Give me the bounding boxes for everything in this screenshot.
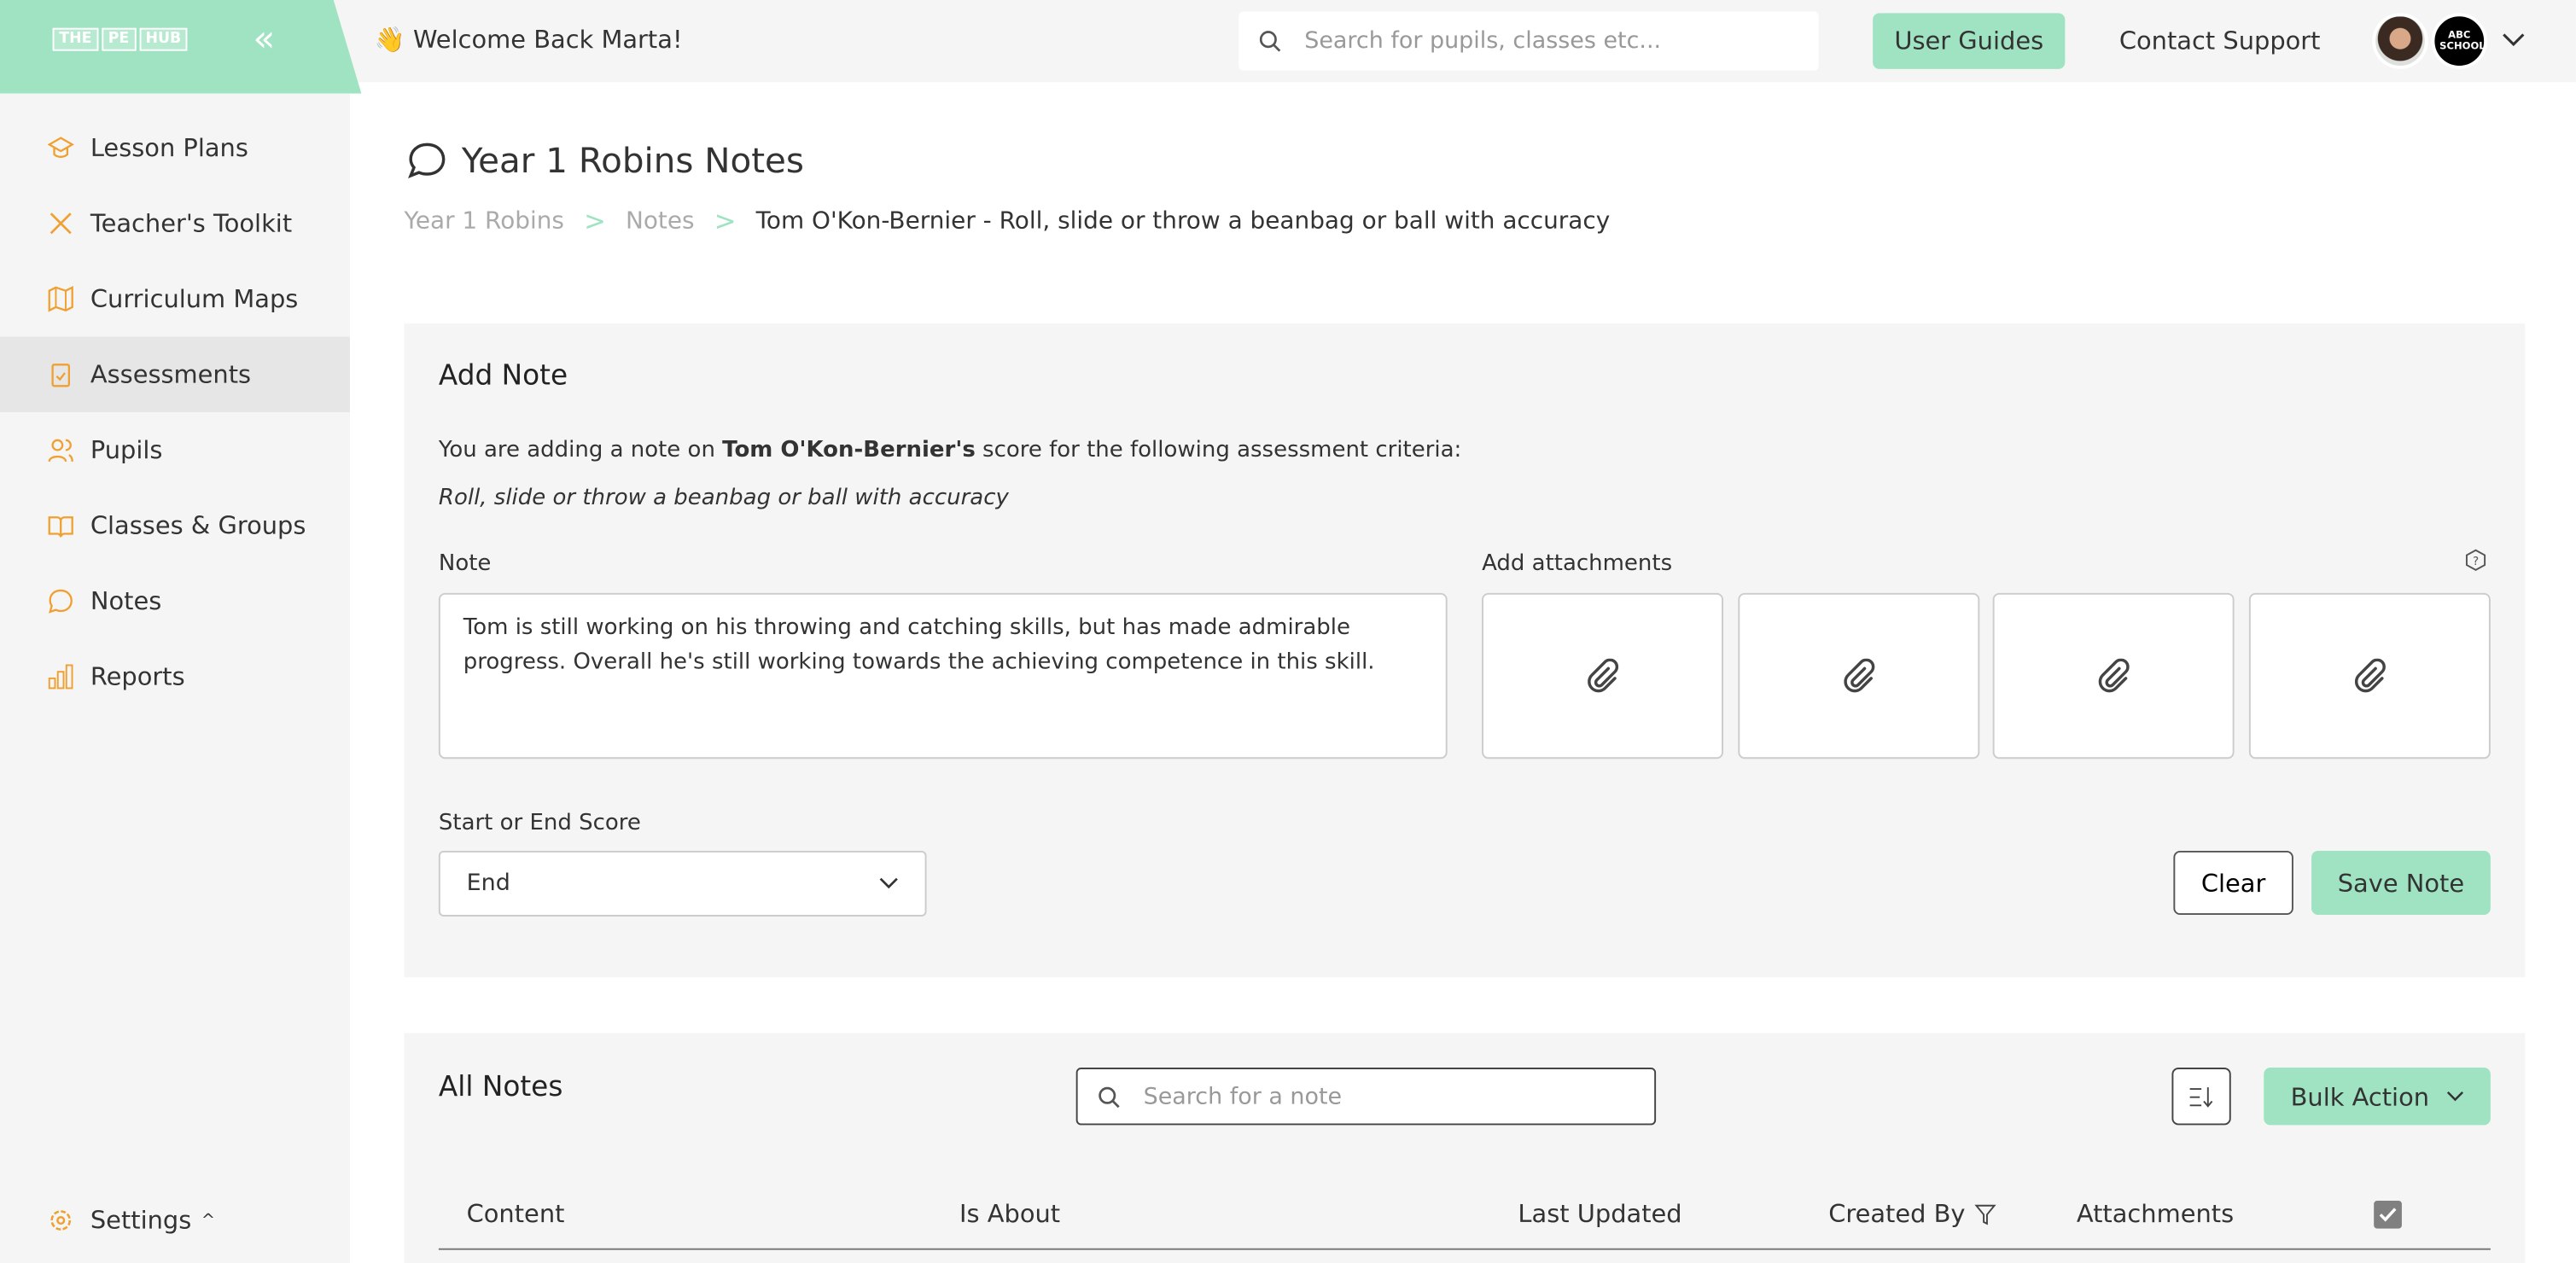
settings-menu[interactable]: Settings ^ [48,1206,215,1235]
column-is-about[interactable]: Is About [959,1199,1060,1229]
avatar[interactable] [2372,13,2428,69]
sidebar-item-label: Assessments [90,359,252,390]
paperclip-icon [1843,657,1874,692]
sidebar-item-classes-groups[interactable]: Classes & Groups [0,488,350,564]
column-created-by[interactable]: Created By [1828,1199,1997,1229]
sidebar-item-label: Curriculum Maps [90,283,299,314]
note-label: Note [438,550,492,577]
attachment-slot[interactable] [1992,592,2235,760]
breadcrumb: Year 1 Robins > Notes > Tom O'Kon-Bernier … [404,206,1610,237]
clear-button[interactable]: Clear [2173,850,2293,916]
column-attachments[interactable]: Attachments [2077,1199,2234,1229]
svg-text:?: ? [2473,555,2479,568]
chat-icon [49,589,73,614]
sidebar: Lesson Plans Teacher's Toolkit Curriculum … [0,93,350,1263]
breadcrumb-class[interactable]: Year 1 Robins [404,207,564,234]
sort-icon [2189,1086,2213,1107]
attachments-label: Add attachments [1482,550,1673,577]
intro-text: You are adding a note on Tom O'Kon-Berni… [438,436,1462,463]
book-icon [48,516,73,538]
sidebar-item-teacher-s-toolkit[interactable]: Teacher's Toolkit [0,185,350,261]
search-icon [1259,31,1281,52]
gear-icon [50,1210,72,1231]
contact-support-link[interactable]: Contact Support [2119,26,2321,56]
sidebar-item-label: Pupils [90,435,163,465]
chevron-down-icon [2446,1091,2463,1102]
bar-chart-icon [48,664,73,690]
chevron-right-icon: > [714,205,737,237]
sort-button[interactable] [2171,1068,2231,1126]
search-placeholder: Search for pupils, classes etc... [1304,27,1662,55]
users-icon [48,439,73,463]
attachment-slot[interactable] [1482,592,1724,760]
graduation-cap-icon [47,137,74,158]
all-notes-heading: All Notes [438,1070,563,1104]
all-notes-panel: All Notes Search for a note Bulk Action … [404,1033,2526,1263]
global-search[interactable]: Search for pupils, classes etc... [1238,11,1819,71]
paperclip-icon [2097,657,2129,692]
page-title: Year 1 Robins Notes [405,142,804,181]
clipboard-check-icon [51,364,70,387]
sidebar-item-label: Lesson Plans [90,132,248,163]
chevron-down-icon[interactable] [2502,32,2525,47]
add-note-panel: Add Note You are adding a note on Tom O'… [404,323,2526,978]
sidebar-item-label: Classes & Groups [90,510,306,541]
sidebar-item-label: Teacher's Toolkit [90,208,293,239]
help-icon[interactable]: ? [2464,549,2487,572]
search-icon [1099,1085,1120,1108]
tools-icon [50,212,72,235]
top-bar: 👋 Welcome Back Marta! Search for pupils,… [0,0,2576,83]
save-note-button[interactable]: Save Note [2311,850,2491,916]
chat-icon [408,143,446,179]
sidebar-item-lesson-plans[interactable]: Lesson Plans [0,110,350,186]
column-last-updated[interactable]: Last Updated [1518,1199,1681,1229]
sidebar-item-pupils[interactable]: Pupils [0,412,350,488]
check-icon [2379,1208,2397,1222]
chevron-down-icon [879,877,898,889]
breadcrumb-current: Tom O'Kon-Bernier - Roll, slide or throw… [755,207,1611,235]
collapse-sidebar-button[interactable]: « [253,20,275,61]
pe-hub-logo[interactable]: THE PE HUB [52,18,191,51]
note-search-input[interactable]: Search for a note [1075,1068,1657,1126]
score-select[interactable]: End [438,850,927,917]
sidebar-item-curriculum-maps[interactable]: Curriculum Maps [0,261,350,337]
add-note-heading: Add Note [438,359,568,393]
chevron-up-icon: ^ [201,1211,215,1230]
attachment-slot[interactable] [1738,592,1980,760]
sidebar-item-label: Notes [90,586,162,616]
chevron-right-icon: > [584,205,606,237]
note-textarea[interactable]: Tom is still working on his throwing and… [438,592,1448,760]
attachment-slot[interactable] [2248,592,2491,760]
map-icon [48,285,73,312]
bulk-action-button[interactable]: Bulk Action [2264,1068,2491,1126]
logo-area: THE PE HUB « [0,0,362,94]
filter-icon[interactable] [1975,1203,1997,1225]
sidebar-item-label: Reports [90,661,185,692]
sidebar-item-reports[interactable]: Reports [0,639,350,715]
welcome-message: 👋 Welcome Back Marta! [374,24,683,55]
paperclip-icon [2354,657,2385,692]
breadcrumb-notes[interactable]: Notes [626,207,695,234]
sidebar-item-assessments[interactable]: Assessments [0,336,350,413]
sidebar-item-notes[interactable]: Notes [0,563,350,639]
user-guides-button[interactable]: User Guides [1873,13,2066,69]
table-header-divider [438,1248,2491,1250]
select-all-checkbox[interactable] [2374,1200,2402,1229]
score-label: Start or End Score [438,809,641,836]
criteria-text: Roll, slide or throw a beanbag or ball w… [438,484,1009,511]
school-logo[interactable]: ABC SCHOOL [2431,13,2487,69]
paperclip-icon [1587,657,1618,692]
column-content[interactable]: Content [467,1199,565,1229]
